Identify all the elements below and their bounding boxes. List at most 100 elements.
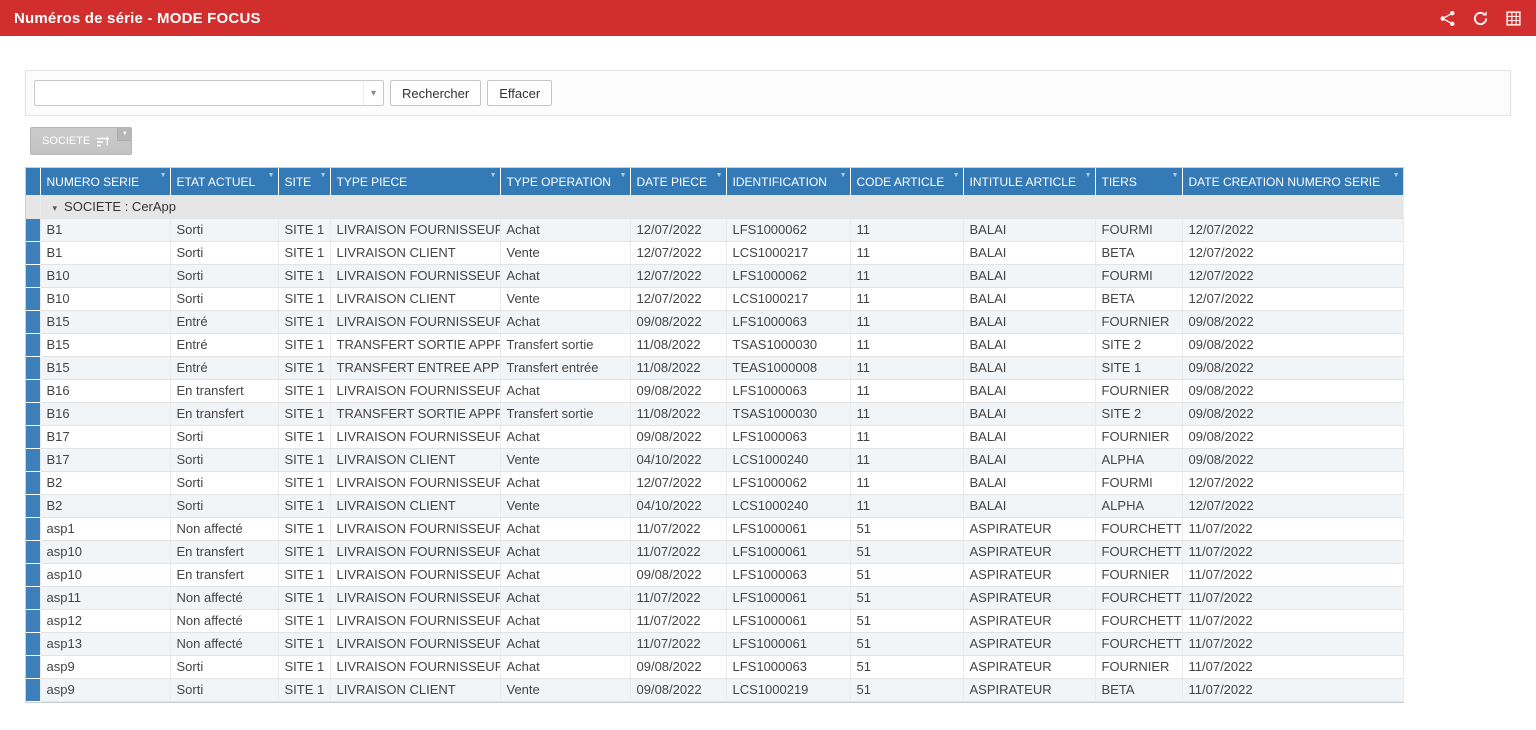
filter-icon[interactable]: ▼ [160, 172, 167, 179]
cell: SITE 1 [278, 333, 330, 356]
cell: 12/07/2022 [630, 241, 726, 264]
cell: ASPIRATEUR [963, 586, 1095, 609]
column-header-intitule-article[interactable]: INTITULE ARTICLE▼ [963, 168, 1095, 195]
cell: B1 [40, 218, 170, 241]
collapse-group-icon[interactable]: ▾ [53, 203, 58, 214]
chevron-down-icon[interactable]: ▾ [363, 81, 383, 105]
cell: LIVRAISON FOURNISSEUR [330, 632, 500, 655]
table-row[interactable]: B15EntréSITE 1LIVRAISON FOURNISSEURAchat… [26, 310, 1403, 333]
table-row[interactable]: B1SortiSITE 1LIVRAISON CLIENTVente12/07/… [26, 241, 1403, 264]
cell: Entré [170, 310, 278, 333]
cell: 11/07/2022 [1182, 609, 1403, 632]
cell: BALAI [963, 241, 1095, 264]
cell: SITE 1 [278, 356, 330, 379]
cell: SITE 1 [278, 287, 330, 310]
table-row[interactable]: B2SortiSITE 1LIVRAISON FOURNISSEURAchat1… [26, 471, 1403, 494]
cell: 09/08/2022 [630, 379, 726, 402]
table-row[interactable]: asp1Non affectéSITE 1LIVRAISON FOURNISSE… [26, 517, 1403, 540]
table-row[interactable]: B2SortiSITE 1LIVRAISON CLIENTVente04/10/… [26, 494, 1403, 517]
cell: 51 [850, 563, 963, 586]
filter-icon[interactable]: ▼ [490, 172, 497, 179]
cell: BETA [1095, 241, 1182, 264]
cell: 11 [850, 379, 963, 402]
clear-button[interactable]: Effacer [487, 80, 552, 106]
cell: SITE 1 [278, 609, 330, 632]
cell: LFS1000061 [726, 632, 850, 655]
cell: SITE 1 [278, 632, 330, 655]
table-row[interactable]: B16En transfertSITE 1LIVRAISON FOURNISSE… [26, 379, 1403, 402]
share-icon[interactable] [1439, 10, 1456, 27]
table-row[interactable]: B17SortiSITE 1LIVRAISON CLIENTVente04/10… [26, 448, 1403, 471]
column-header-label: IDENTIFICATION [733, 175, 827, 189]
cell: 12/07/2022 [1182, 287, 1403, 310]
table-row[interactable]: asp12Non affectéSITE 1LIVRAISON FOURNISS… [26, 609, 1403, 632]
cell: LFS1000063 [726, 310, 850, 333]
table-row[interactable]: asp10En transfertSITE 1LIVRAISON FOURNIS… [26, 540, 1403, 563]
filter-icon[interactable]: ▼ [1172, 172, 1179, 179]
filter-icon[interactable]: ▼ [953, 172, 960, 179]
main-content: ▾ Rechercher Effacer SOCIETE ▼ NUMERO SE… [0, 70, 1536, 703]
cell: 09/08/2022 [1182, 402, 1403, 425]
column-header-tiers[interactable]: TIERS▼ [1095, 168, 1182, 195]
refresh-icon[interactable] [1472, 10, 1489, 27]
cell: 11 [850, 287, 963, 310]
group-row-cell: ▾SOCIETE : CerApp [40, 195, 1403, 218]
filter-icon[interactable]: ▼ [117, 128, 131, 141]
cell: SITE 1 [278, 241, 330, 264]
export-grid-icon[interactable] [1505, 10, 1522, 27]
group-row[interactable]: ▾SOCIETE : CerApp [26, 195, 1403, 218]
filter-icon[interactable]: ▼ [620, 172, 627, 179]
search-combobox[interactable]: ▾ [34, 80, 384, 106]
table-row[interactable]: asp13Non affectéSITE 1LIVRAISON FOURNISS… [26, 632, 1403, 655]
cell: LFS1000061 [726, 540, 850, 563]
table-row[interactable]: B10SortiSITE 1LIVRAISON FOURNISSEURAchat… [26, 264, 1403, 287]
serial-numbers-table: NUMERO SERIE▼ETAT ACTUEL▼SITE▼TYPE PIECE… [26, 168, 1404, 702]
cell: 51 [850, 655, 963, 678]
table-row[interactable]: asp10En transfertSITE 1LIVRAISON FOURNIS… [26, 563, 1403, 586]
row-indicator [26, 425, 40, 448]
filter-icon[interactable]: ▼ [1393, 172, 1400, 179]
cell: SITE 1 [278, 494, 330, 517]
cell: TRANSFERT ENTREE APPRO [330, 356, 500, 379]
filter-icon[interactable]: ▼ [716, 172, 723, 179]
cell: B1 [40, 241, 170, 264]
table-row[interactable]: B10SortiSITE 1LIVRAISON CLIENTVente12/07… [26, 287, 1403, 310]
cell: TRANSFERT SORTIE APPRO [330, 402, 500, 425]
cell: 09/08/2022 [1182, 310, 1403, 333]
column-header-date-piece[interactable]: DATE PIECE▼ [630, 168, 726, 195]
table-row[interactable]: B16En transfertSITE 1TRANSFERT SORTIE AP… [26, 402, 1403, 425]
search-button[interactable]: Rechercher [390, 80, 481, 106]
cell: LIVRAISON FOURNISSEUR [330, 517, 500, 540]
row-indicator [26, 402, 40, 425]
cell: FOURNIER [1095, 379, 1182, 402]
column-header-type-operation[interactable]: TYPE OPERATION▼ [500, 168, 630, 195]
filter-icon[interactable]: ▼ [268, 172, 275, 179]
cell: 11/07/2022 [1182, 540, 1403, 563]
cell: Achat [500, 632, 630, 655]
filter-icon[interactable]: ▼ [840, 172, 847, 179]
filter-icon[interactable]: ▼ [1085, 172, 1092, 179]
column-header-numero-serie[interactable]: NUMERO SERIE▼ [40, 168, 170, 195]
cell: LIVRAISON CLIENT [330, 448, 500, 471]
table-row[interactable]: asp9SortiSITE 1LIVRAISON CLIENTVente09/0… [26, 678, 1403, 701]
table-row[interactable]: asp9SortiSITE 1LIVRAISON FOURNISSEURAcha… [26, 655, 1403, 678]
table-row[interactable]: B1SortiSITE 1LIVRAISON FOURNISSEURAchat1… [26, 218, 1403, 241]
group-by-chip-societe[interactable]: SOCIETE ▼ [30, 127, 132, 155]
titlebar-actions [1439, 10, 1522, 27]
column-header-site[interactable]: SITE▼ [278, 168, 330, 195]
cell: 11 [850, 333, 963, 356]
cell: 09/08/2022 [1182, 333, 1403, 356]
row-indicator [26, 218, 40, 241]
filter-icon[interactable]: ▼ [320, 172, 327, 179]
table-row[interactable]: B17SortiSITE 1LIVRAISON FOURNISSEURAchat… [26, 425, 1403, 448]
cell: BALAI [963, 402, 1095, 425]
column-header-date-creation-numero-serie[interactable]: DATE CREATION NUMERO SERIE▼ [1182, 168, 1403, 195]
table-row[interactable]: asp11Non affectéSITE 1LIVRAISON FOURNISS… [26, 586, 1403, 609]
column-header-type-piece[interactable]: TYPE PIECE▼ [330, 168, 500, 195]
table-row[interactable]: B15EntréSITE 1TRANSFERT ENTREE APPROTran… [26, 356, 1403, 379]
table-row[interactable]: B15EntréSITE 1TRANSFERT SORTIE APPROTran… [26, 333, 1403, 356]
column-header-identification[interactable]: IDENTIFICATION ▼ [726, 168, 850, 195]
cell: LIVRAISON FOURNISSEUR [330, 609, 500, 632]
column-header-code-article[interactable]: CODE ARTICLE▼ [850, 168, 963, 195]
column-header-etat-actuel[interactable]: ETAT ACTUEL▼ [170, 168, 278, 195]
